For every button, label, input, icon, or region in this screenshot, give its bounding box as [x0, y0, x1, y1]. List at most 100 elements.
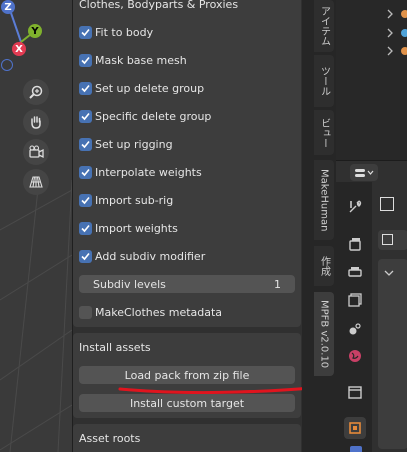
tab-label: 作成 [318, 256, 330, 276]
view-layer-tab[interactable] [344, 289, 366, 311]
hand-icon [31, 116, 41, 129]
render-tab[interactable] [344, 233, 366, 255]
perspective-toggle[interactable] [23, 169, 49, 195]
option-label: Mask base mesh [95, 53, 187, 67]
image-stack-icon [348, 293, 362, 307]
object-icon-button[interactable] [380, 197, 394, 211]
install-custom-target-button[interactable]: Install custom target [79, 394, 295, 412]
gizmo-y-axis[interactable]: Y [28, 24, 42, 38]
checkbox[interactable] [79, 25, 92, 39]
outliner-editor[interactable] [336, 0, 407, 160]
chevron-down-icon[interactable] [384, 268, 394, 278]
checkbox[interactable] [79, 305, 92, 319]
checkmark-icon [81, 224, 90, 232]
tab-makehuman[interactable]: MakeHuman [314, 160, 334, 240]
scene-tab[interactable] [344, 317, 366, 339]
gizmo-x-label: X [15, 43, 23, 55]
checkbox[interactable] [79, 81, 92, 95]
install-target-label: Install custom target [129, 396, 245, 410]
scene-icon [349, 323, 361, 335]
checkbox[interactable] [79, 165, 92, 179]
object-square-icon [349, 422, 361, 434]
option-label: Fit to body [95, 25, 154, 39]
gizmo-neg-x[interactable] [1, 59, 13, 71]
gizmo-z-label: Z [4, 1, 12, 13]
tab-label: アイテム [318, 6, 330, 46]
panel-subsection [378, 259, 407, 449]
checkbox[interactable] [79, 109, 92, 123]
globe-icon [349, 350, 361, 362]
checkmark-icon [81, 56, 90, 64]
camera-back-icon [349, 238, 361, 251]
specific-delete-group-option[interactable]: Specific delete group [79, 106, 211, 126]
install-assets-title: Install assets [79, 341, 151, 354]
clothes-section: Clothes, Bodyparts & Proxies Fit to body… [73, 0, 301, 327]
tab-tool[interactable]: ツール [314, 55, 334, 107]
checkmark-icon [81, 252, 90, 260]
checkbox[interactable] [79, 221, 92, 235]
checkbox[interactable] [79, 193, 92, 207]
camera-view-tool[interactable] [23, 139, 49, 165]
printer-icon [348, 267, 362, 277]
set-up-delete-group-option[interactable]: Set up delete group [79, 78, 204, 98]
clothes-section-title: Clothes, Bodyparts & Proxies [79, 0, 239, 11]
tab-mpfb[interactable]: MPFB v2.0.10 [314, 292, 334, 376]
gizmo-z-axis[interactable]: Z [1, 0, 15, 14]
checkbox[interactable] [79, 249, 92, 263]
add-subdiv-modifier-option[interactable]: Add subdiv modifier [79, 246, 205, 266]
load-pack-from-zip-button[interactable]: Load pack from zip file [79, 366, 295, 384]
interpolate-weights-option[interactable]: Interpolate weights [79, 162, 202, 182]
option-label: Add subdiv modifier [95, 249, 206, 263]
checkmark-icon [81, 196, 90, 204]
subdiv-levels-label: Subdiv levels [93, 277, 166, 291]
install-assets-section: Install assets Load pack from zip file I… [73, 333, 313, 418]
object-mode-dropdown[interactable] [378, 230, 407, 250]
editor-type-dropdown[interactable] [350, 164, 378, 181]
subdiv-levels-field[interactable]: Subdiv levels 1 [79, 275, 295, 293]
checkmark-icon [81, 28, 90, 36]
set-up-rigging-option[interactable]: Set up rigging [79, 134, 173, 154]
gizmo-y-label: Y [31, 25, 39, 37]
world-tab[interactable] [344, 345, 366, 367]
outliner-rows [387, 9, 407, 56]
checkmark-icon [81, 84, 90, 92]
collection-tab[interactable] [344, 381, 366, 403]
3d-viewport[interactable]: Z Y X [0, 0, 72, 452]
object-box-icon [382, 234, 393, 245]
pan-tool[interactable] [23, 109, 49, 135]
import-weights-option[interactable]: Import weights [79, 218, 178, 238]
properties-header [336, 160, 407, 182]
checkmark-icon [81, 112, 90, 120]
tab-label: ビュー [318, 117, 330, 148]
modifier-tab-partial[interactable] [350, 446, 362, 452]
option-label: Specific delete group [95, 109, 212, 123]
zoom-tool[interactable] [23, 79, 49, 105]
import-sub-rig-option[interactable]: Import sub-rig [79, 190, 173, 210]
zoom-icon [29, 85, 43, 99]
option-label: Set up rigging [95, 137, 173, 151]
tab-view[interactable]: ビュー [314, 110, 334, 155]
tab-create[interactable]: 作成 [314, 246, 334, 286]
makeclothes-metadata-option[interactable]: MakeClothes metadata [79, 302, 222, 322]
option-label: Interpolate weights [95, 165, 202, 179]
object-tab[interactable] [344, 417, 366, 439]
load-pack-label: Load pack from zip file [124, 368, 250, 382]
camera-icon [29, 145, 44, 159]
properties-main [372, 182, 407, 452]
output-tab[interactable] [344, 261, 366, 283]
properties-editor-icon [355, 168, 374, 177]
option-label: MakeClothes metadata [95, 305, 223, 319]
fit-to-body-option[interactable]: Fit to body [79, 22, 153, 42]
tool-tab[interactable] [344, 196, 366, 218]
collection-box-icon [348, 386, 362, 399]
asset-roots-section[interactable]: Asset roots [73, 424, 301, 452]
checkmark-icon [81, 140, 90, 148]
checkbox[interactable] [79, 53, 92, 67]
tab-item[interactable]: アイテム [314, 0, 334, 52]
option-label: Import sub-rig [95, 193, 174, 207]
mask-base-mesh-option[interactable]: Mask base mesh [79, 50, 187, 70]
option-label: Set up delete group [95, 81, 205, 95]
checkbox[interactable] [79, 137, 92, 151]
gizmo-x-axis[interactable]: X [12, 42, 26, 56]
grid-icon [29, 176, 43, 188]
